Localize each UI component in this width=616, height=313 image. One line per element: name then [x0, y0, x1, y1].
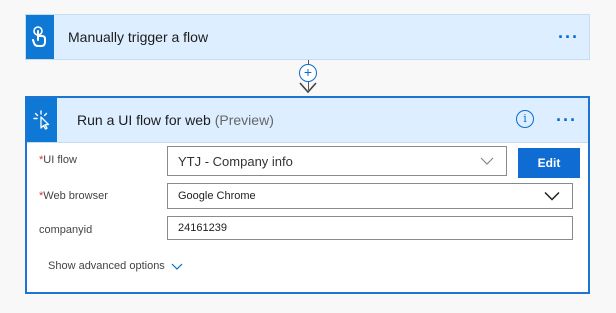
action-card: Run a UI flow for web (Preview) i ··· *U…: [25, 96, 590, 294]
hand-touch-icon: [26, 15, 54, 59]
chevron-down-icon: [480, 157, 494, 165]
add-step-plus-icon[interactable]: +: [299, 64, 317, 82]
ui-flow-select[interactable]: YTJ - Company info: [167, 146, 507, 176]
companyid-input[interactable]: 24161239: [167, 216, 573, 240]
show-advanced-options[interactable]: Show advanced options: [48, 260, 183, 272]
web-browser-value: Google Chrome: [178, 190, 256, 202]
companyid-value: 24161239: [178, 222, 227, 234]
action-title-text: Run a UI flow for web: [77, 112, 211, 128]
ui-flow-label-text: UI flow: [43, 154, 77, 166]
action-more-icon[interactable]: ···: [556, 111, 577, 129]
chevron-down-icon: [544, 191, 560, 201]
companyid-label: companyid: [39, 224, 93, 236]
trigger-more-icon[interactable]: ···: [558, 28, 579, 46]
cursor-click-icon: [27, 98, 57, 142]
web-browser-select[interactable]: Google Chrome: [167, 183, 573, 209]
action-header[interactable]: Run a UI flow for web (Preview) i ···: [27, 98, 588, 143]
arrow-down-icon: [299, 82, 317, 94]
web-browser-label: *Web browser: [39, 190, 108, 202]
edit-button[interactable]: Edit: [518, 148, 580, 178]
ui-flow-label: *UI flow: [39, 154, 77, 166]
info-icon[interactable]: i: [516, 110, 534, 128]
chevron-down-icon: [171, 263, 183, 270]
preview-tag: (Preview): [214, 112, 274, 128]
trigger-title: Manually trigger a flow: [68, 29, 209, 45]
show-advanced-options-label: Show advanced options: [48, 260, 165, 272]
action-title: Run a UI flow for web (Preview): [77, 112, 274, 128]
web-browser-label-text: Web browser: [43, 190, 108, 202]
ui-flow-value: YTJ - Company info: [178, 153, 293, 169]
trigger-card[interactable]: Manually trigger a flow ···: [25, 14, 590, 60]
